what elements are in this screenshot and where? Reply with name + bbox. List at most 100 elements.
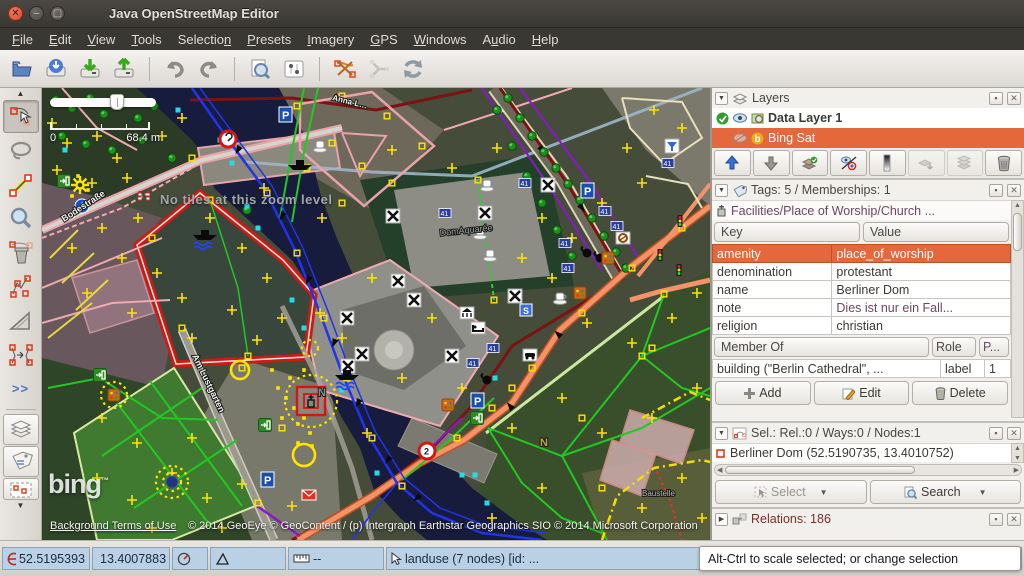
layer-dimmed-eye-icon[interactable] bbox=[733, 133, 747, 143]
selection-scrollbar[interactable]: ▲▼ bbox=[1011, 443, 1024, 463]
scroll-down-icon[interactable]: ▼ bbox=[17, 501, 25, 511]
tags-collapse-icon[interactable]: ▼ bbox=[715, 184, 728, 197]
save-button[interactable] bbox=[40, 54, 72, 84]
add-tag-button[interactable]: Add bbox=[715, 381, 811, 405]
tag-row[interactable]: religionchristian bbox=[713, 317, 1011, 335]
layer-list-button[interactable] bbox=[947, 150, 984, 176]
map-zoom-slider[interactable] bbox=[50, 98, 156, 107]
select-dropdown-arrow[interactable]: ▼ bbox=[820, 488, 828, 497]
menu-imagery[interactable]: Imagery bbox=[299, 31, 362, 48]
layer-name: Data Layer 1 bbox=[768, 111, 842, 125]
position-header[interactable]: P... bbox=[979, 337, 1009, 357]
delete-tag-button[interactable]: Delete bbox=[912, 381, 1008, 405]
layer-move-down-button[interactable] bbox=[753, 150, 790, 176]
angle-field bbox=[210, 547, 286, 570]
member-of-header[interactable]: Member Of bbox=[714, 337, 929, 357]
role-header[interactable]: Role bbox=[932, 337, 976, 357]
tags-panel: ▼ Tags: 5 / Memberships: 1 ▪ ✕ Facilitie… bbox=[712, 180, 1024, 423]
menu-help[interactable]: Help bbox=[524, 31, 567, 48]
minimize-window-icon[interactable]: – bbox=[29, 6, 44, 21]
tags-pin-icon[interactable]: ▪ bbox=[989, 184, 1003, 197]
menu-presets[interactable]: Presets bbox=[239, 31, 299, 48]
selection-list-item[interactable]: Berliner Dom (52.5190735, 13.4010752) bbox=[712, 443, 1011, 462]
duplicate-layer-button[interactable] bbox=[908, 150, 945, 176]
scrollbar-thumb[interactable] bbox=[1013, 213, 1022, 251]
lasso-tool-button[interactable] bbox=[3, 134, 39, 167]
more-tools-button[interactable]: >> bbox=[3, 372, 39, 405]
data-layer-icon bbox=[751, 112, 764, 125]
menu-file[interactable]: File bbox=[4, 31, 41, 48]
relations-close-icon[interactable]: ✕ bbox=[1007, 513, 1021, 526]
map-canvas[interactable]: PPPPS414141414141414141i2BodestraßeAm Lu… bbox=[42, 88, 710, 540]
preset-link-label[interactable]: Facilities/Place of Worship/Church ... bbox=[731, 204, 935, 218]
edit-tag-button[interactable]: Edit bbox=[814, 381, 910, 405]
preset-link-row[interactable]: Facilities/Place of Worship/Church ... bbox=[712, 200, 1011, 220]
redo-button[interactable] bbox=[193, 54, 225, 84]
delete-layer-button[interactable] bbox=[985, 150, 1022, 176]
refresh-button[interactable] bbox=[397, 54, 429, 84]
download-button[interactable] bbox=[74, 54, 106, 84]
upload-button[interactable] bbox=[108, 54, 140, 84]
map-view[interactable]: PPPPS414141414141414141i2BodestraßeAm Lu… bbox=[42, 88, 710, 540]
menu-tools[interactable]: Tools bbox=[123, 31, 169, 48]
tag-row[interactable]: amenityplace_of_worship bbox=[713, 245, 1011, 263]
layer-visibility-button[interactable] bbox=[830, 150, 867, 176]
select-button[interactable]: Select ▼ bbox=[715, 480, 867, 504]
zoom-tool-button[interactable] bbox=[3, 202, 39, 235]
menu-selection[interactable]: Selection bbox=[170, 31, 239, 48]
delete-tool-button[interactable] bbox=[3, 236, 39, 269]
selection-pin-icon[interactable]: ▪ bbox=[989, 427, 1003, 440]
layer-opacity-button[interactable] bbox=[869, 150, 906, 176]
layers-pin-icon[interactable]: ▪ bbox=[989, 92, 1003, 105]
layer-row-data-layer[interactable]: Data Layer 1 bbox=[712, 108, 1024, 128]
tag-table-headers: Key Value bbox=[712, 220, 1011, 244]
selection-panel-toggle[interactable] bbox=[3, 478, 39, 500]
menu-windows[interactable]: Windows bbox=[406, 31, 475, 48]
search-dropdown-arrow[interactable]: ▼ bbox=[979, 488, 987, 497]
membership-row[interactable]: building ("Berlin Cathedral", ... label … bbox=[713, 360, 1011, 378]
tag-row[interactable]: noteDies ist nur ein Fall... bbox=[713, 299, 1011, 317]
layer-visible-eye-icon[interactable] bbox=[733, 113, 747, 123]
layer-move-up-button[interactable] bbox=[714, 150, 751, 176]
scrollbar-up-icon[interactable]: ▲ bbox=[1014, 201, 1021, 211]
split-way-button[interactable] bbox=[329, 54, 361, 84]
open-button[interactable] bbox=[6, 54, 38, 84]
tags-close-icon[interactable]: ✕ bbox=[1007, 184, 1021, 197]
layers-collapse-icon[interactable]: ▼ bbox=[715, 92, 728, 105]
menu-audio[interactable]: Audio bbox=[474, 31, 523, 48]
scroll-up-icon[interactable]: ▲ bbox=[17, 89, 25, 99]
menu-edit[interactable]: Edit bbox=[41, 31, 79, 48]
combine-way-button[interactable] bbox=[363, 54, 395, 84]
parallel-tool-button[interactable] bbox=[3, 270, 39, 303]
menu-gps[interactable]: GPS bbox=[362, 31, 405, 48]
menu-view[interactable]: View bbox=[79, 31, 123, 48]
tags-scrollbar[interactable]: ▲ bbox=[1011, 200, 1024, 418]
undo-button[interactable] bbox=[159, 54, 191, 84]
preferences-button[interactable] bbox=[278, 54, 310, 84]
zoom-to-selection-button[interactable] bbox=[244, 54, 276, 84]
zoom-slider-thumb[interactable] bbox=[110, 94, 124, 110]
select-tool-button[interactable] bbox=[3, 100, 39, 133]
merge-layer-button[interactable] bbox=[792, 150, 829, 176]
maximize-window-icon[interactable]: ▢ bbox=[50, 6, 65, 21]
layers-close-icon[interactable]: ✕ bbox=[1007, 92, 1021, 105]
draw-node-tool-button[interactable] bbox=[3, 168, 39, 201]
tag-row[interactable]: nameBerliner Dom bbox=[713, 281, 1011, 299]
terms-of-use-link[interactable]: Background Terms of Use bbox=[50, 520, 176, 532]
layers-panel-toggle[interactable] bbox=[3, 414, 39, 445]
relations-collapse-icon[interactable]: ▶ bbox=[715, 513, 728, 526]
key-column-header[interactable]: Key bbox=[714, 222, 860, 242]
tag-row[interactable]: denominationprotestant bbox=[713, 263, 1011, 281]
selection-close-icon[interactable]: ✕ bbox=[1007, 427, 1021, 440]
layer-row-bing-sat[interactable]: b Bing Sat bbox=[712, 128, 1024, 148]
relations-pin-icon[interactable]: ▪ bbox=[989, 513, 1003, 526]
value-column-header[interactable]: Value bbox=[863, 222, 1009, 242]
selection-collapse-icon[interactable]: ▼ bbox=[715, 427, 728, 440]
tags-panel-toggle[interactable] bbox=[3, 446, 39, 477]
merge-node-tool-button[interactable] bbox=[3, 338, 39, 371]
close-window-icon[interactable]: ✕ bbox=[8, 6, 23, 21]
selection-hscrollbar[interactable]: ◀ ▶ bbox=[714, 464, 1022, 476]
extrude-tool-button[interactable] bbox=[3, 304, 39, 337]
search-button[interactable]: Search ▼ bbox=[870, 480, 1022, 504]
hscrollbar-thumb[interactable] bbox=[725, 466, 915, 474]
